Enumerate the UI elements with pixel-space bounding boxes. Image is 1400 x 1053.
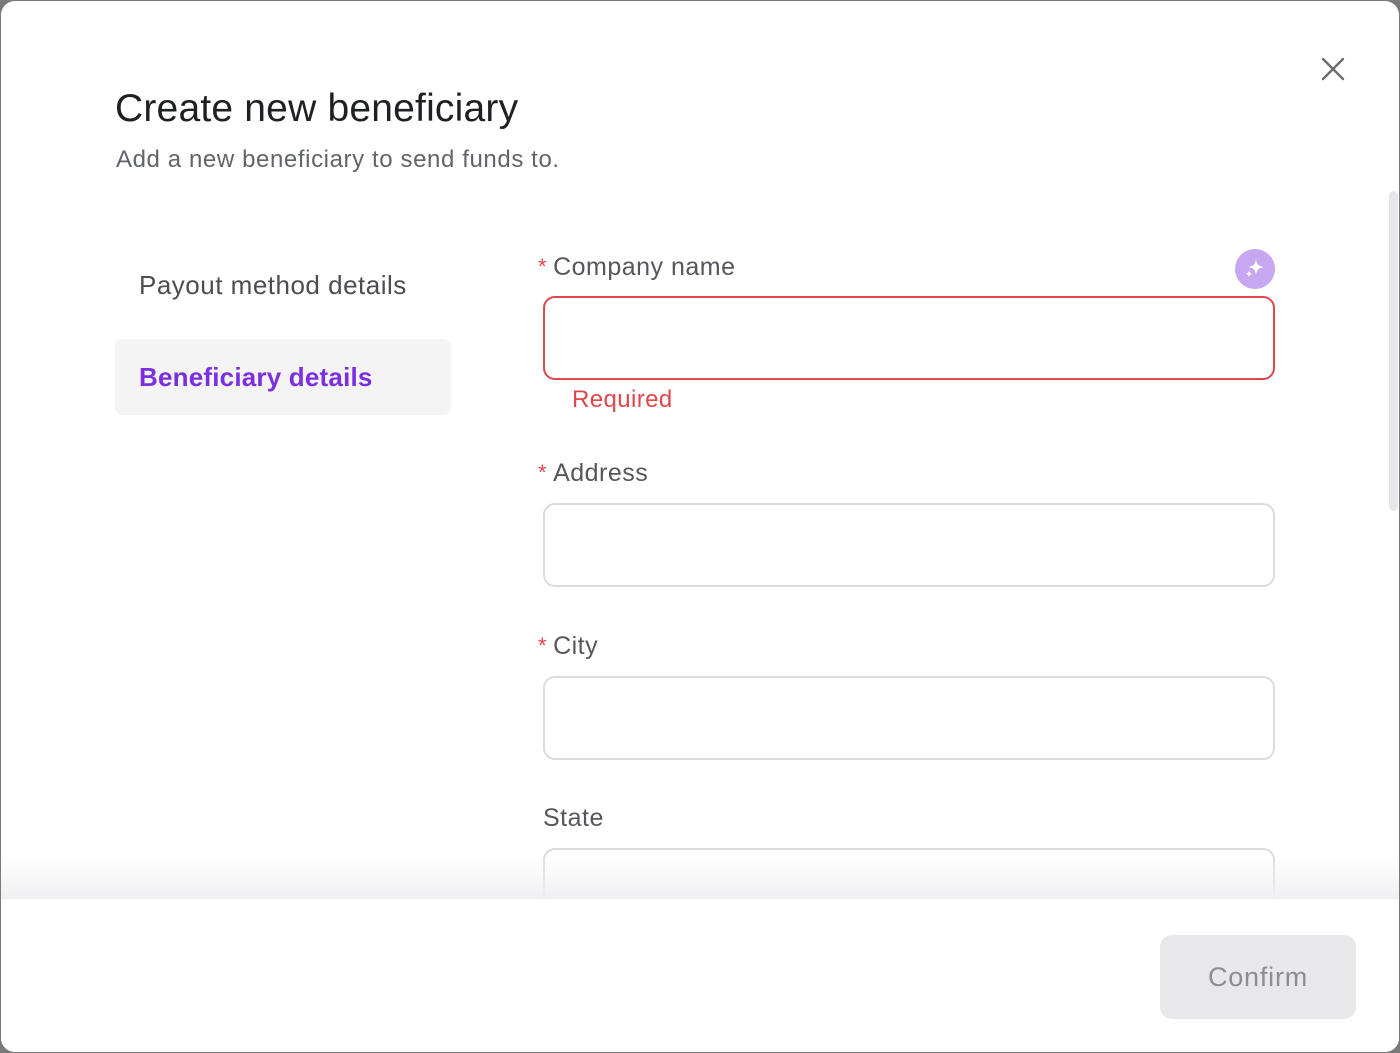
required-marker: * xyxy=(538,254,548,279)
scrollbar-thumb[interactable] xyxy=(1389,191,1398,511)
close-button[interactable] xyxy=(1313,49,1353,89)
step-beneficiary-details[interactable]: Beneficiary details xyxy=(115,339,451,415)
step-label: Beneficiary details xyxy=(139,361,373,392)
state-label: State xyxy=(543,804,604,832)
required-marker: * xyxy=(538,633,548,658)
required-marker: * xyxy=(538,460,548,485)
sparkle-icon xyxy=(1245,259,1264,278)
address-input[interactable] xyxy=(543,503,1275,587)
step-label: Payout method details xyxy=(139,269,407,300)
company-name-error: Required xyxy=(572,386,673,413)
state-input[interactable] xyxy=(543,848,1275,899)
create-beneficiary-modal: Create new beneficiary Add a new benefic… xyxy=(1,1,1399,1052)
close-icon xyxy=(1321,57,1345,81)
address-label: * Address xyxy=(538,459,649,487)
company-name-input[interactable] xyxy=(543,296,1275,380)
confirm-button[interactable]: Confirm xyxy=(1160,935,1356,1019)
city-input[interactable] xyxy=(543,676,1275,760)
ai-autofill-button[interactable] xyxy=(1235,249,1275,289)
modal-footer: Confirm xyxy=(1,899,1399,1052)
city-label: * City xyxy=(538,632,599,660)
modal-scroll-area[interactable]: Create new beneficiary Add a new benefic… xyxy=(1,1,1399,899)
step-payout-method-details[interactable]: Payout method details xyxy=(115,247,451,323)
modal-subtitle: Add a new beneficiary to send funds to. xyxy=(116,146,560,173)
company-name-label: * Company name xyxy=(538,253,736,281)
modal-title: Create new beneficiary xyxy=(115,87,519,130)
